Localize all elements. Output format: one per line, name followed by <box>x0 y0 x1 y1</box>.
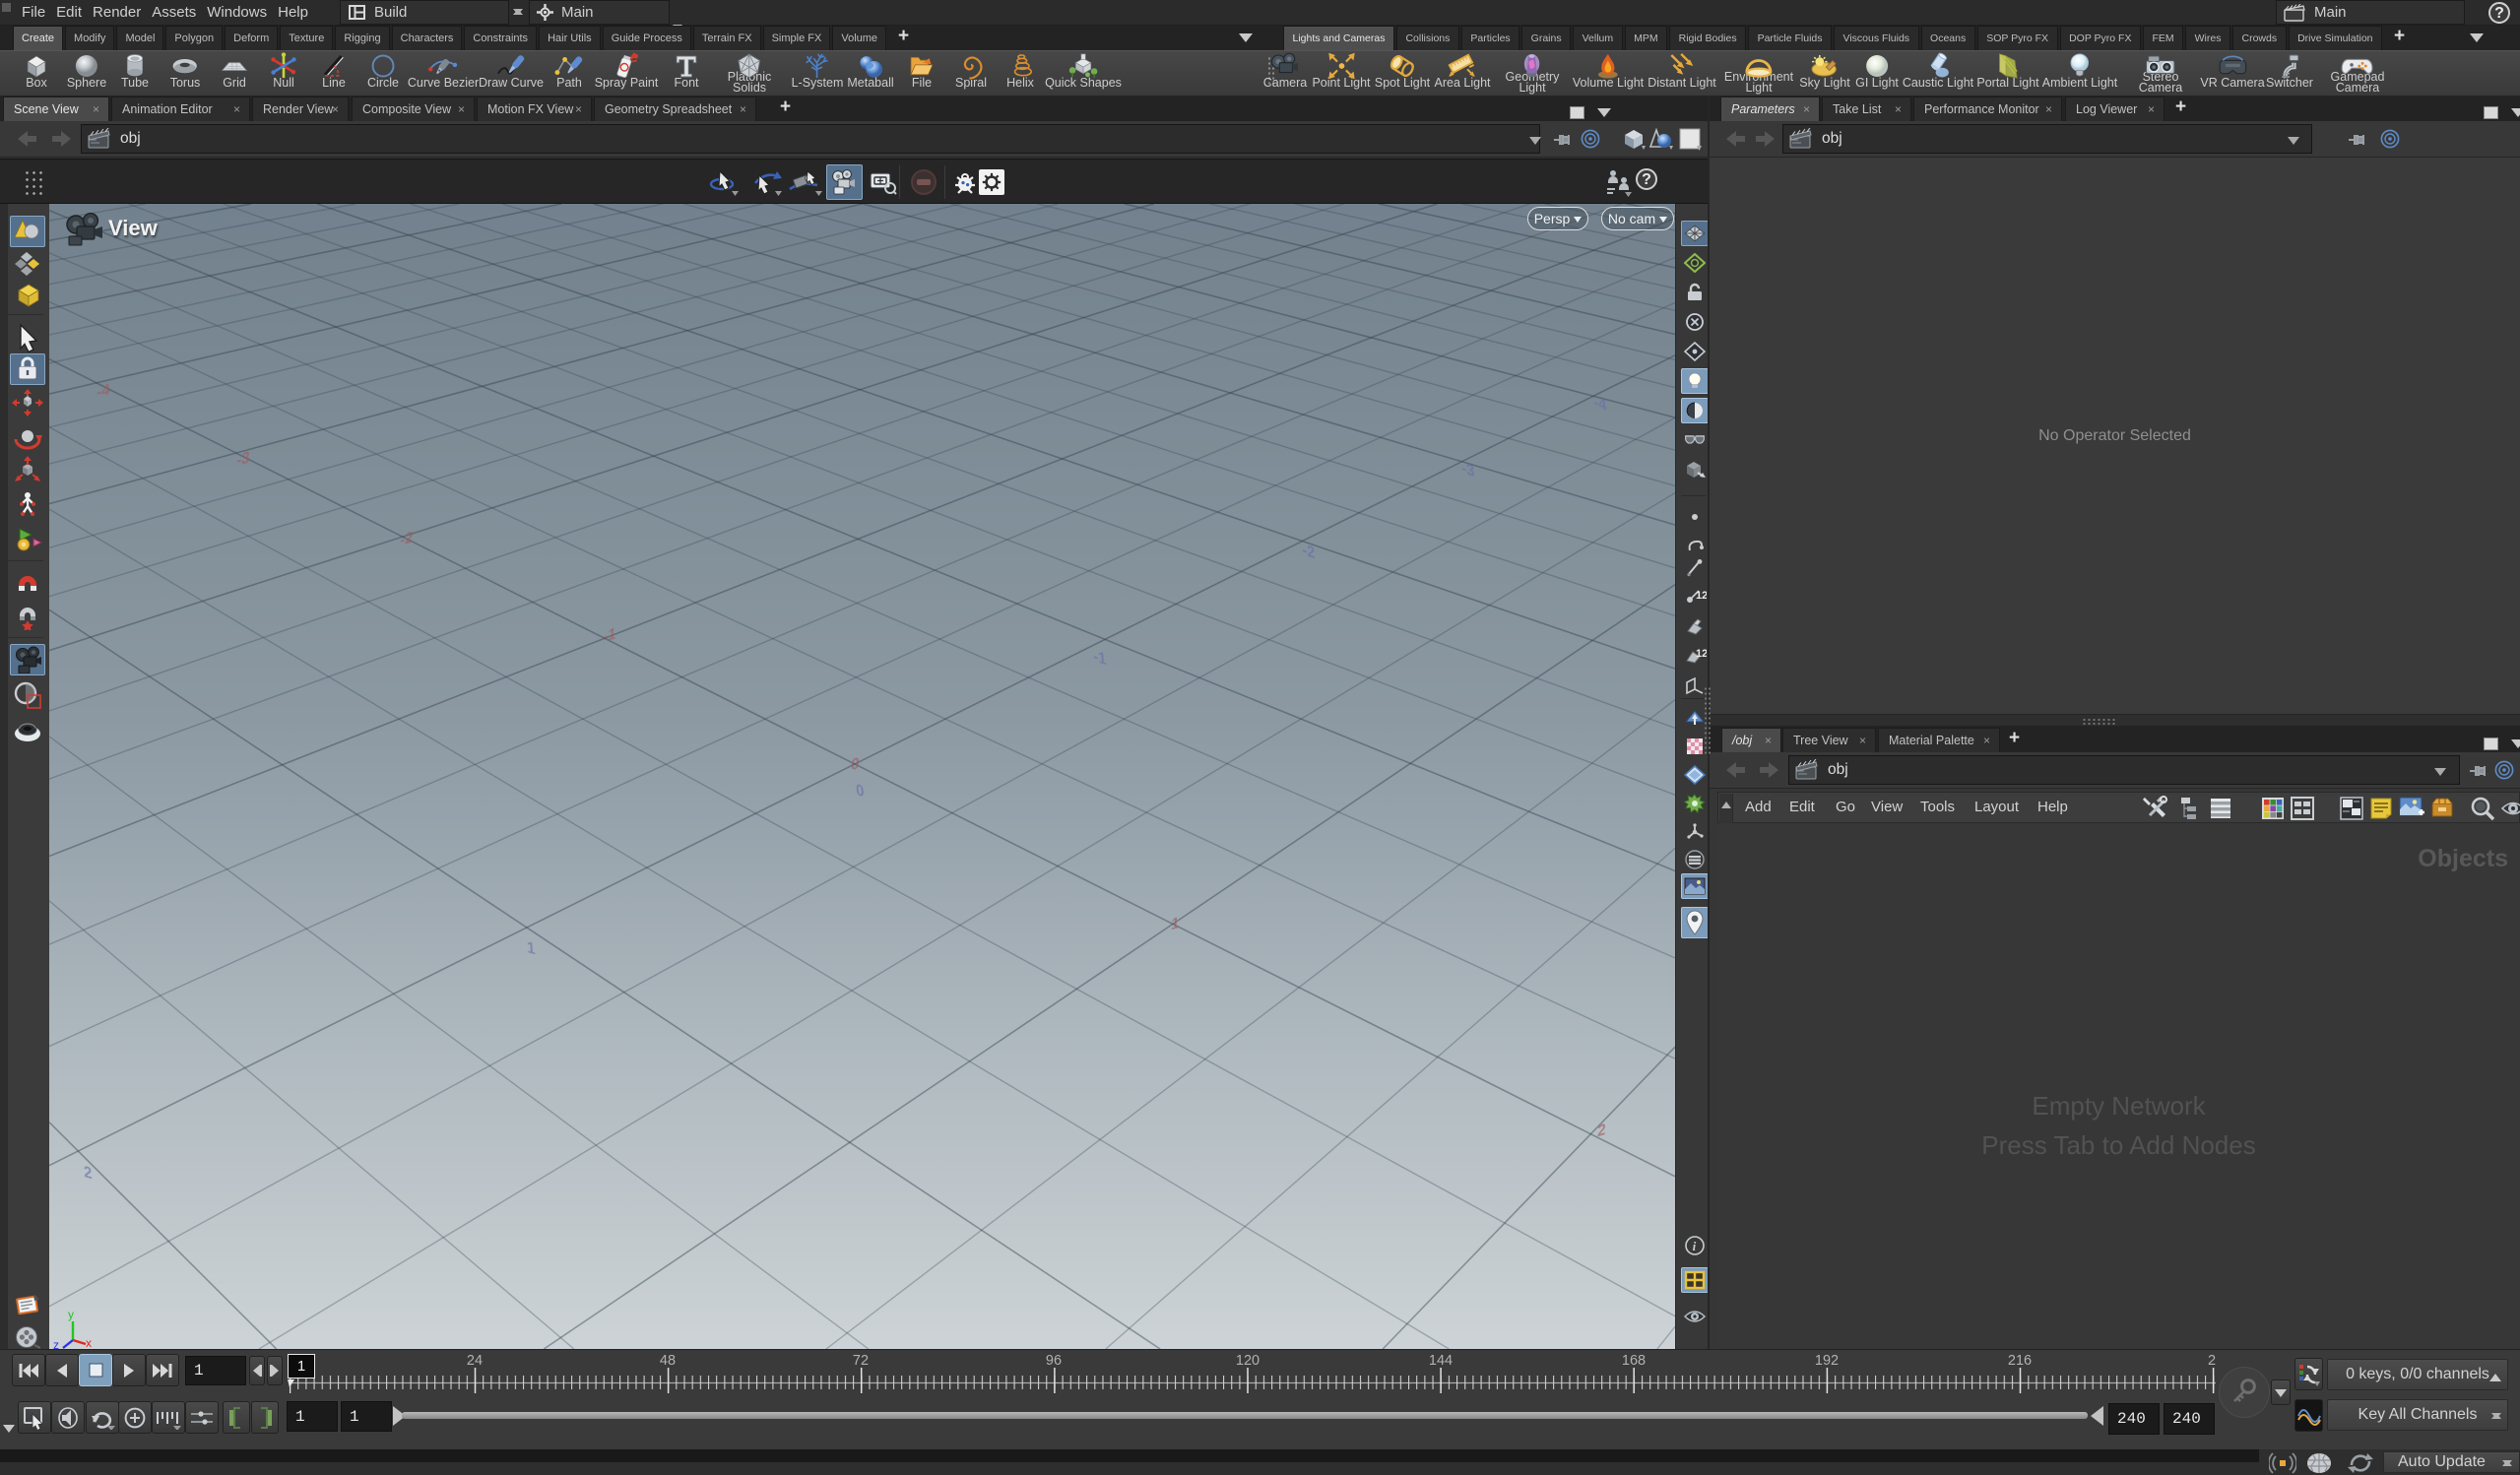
svg-text:i: i <box>1693 1239 1697 1253</box>
svg-text:y: y <box>68 1308 74 1321</box>
svg-text:12: 12 <box>1696 590 1707 602</box>
svg-text:12: 12 <box>1696 648 1707 660</box>
svg-text:z: z <box>53 1338 59 1349</box>
svg-text:x: x <box>86 1336 92 1349</box>
